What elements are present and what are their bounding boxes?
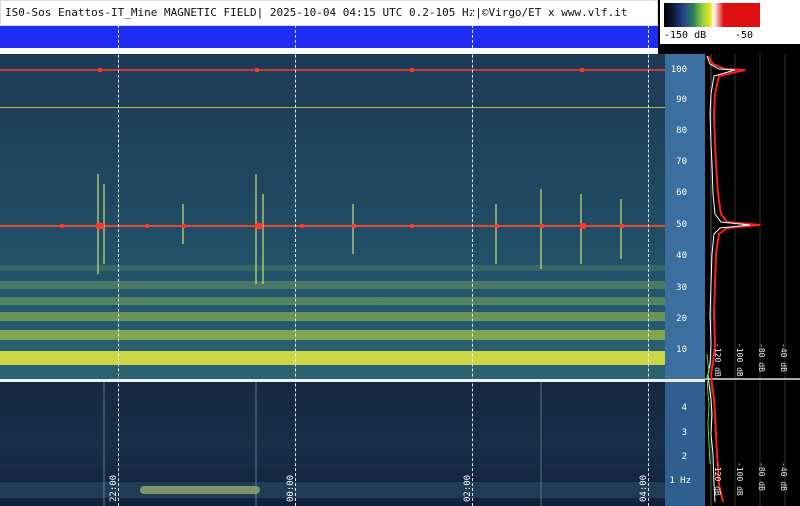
title-bar: IS0-Sos Enattos-IT_Mine MAGNETIC FIELD| …	[0, 0, 658, 26]
impulse-spike	[580, 194, 582, 264]
impulse-spike	[103, 382, 105, 506]
freq-tick-low: 4	[681, 403, 687, 413]
db-label: -100 dB	[735, 462, 744, 496]
burst-marker	[410, 68, 414, 72]
time-gridline	[472, 0, 473, 506]
time-gridline	[648, 0, 649, 506]
freq-tick-low: 1 Hz	[669, 476, 691, 486]
db-label: -100 dB	[735, 343, 744, 377]
burst-marker	[352, 224, 356, 228]
db-label: -40 dB	[779, 343, 788, 372]
freq-tick: 100	[670, 65, 687, 75]
freq-tick: 20	[676, 314, 687, 324]
freq-tick-low: 3	[681, 428, 687, 438]
spectrogram-low-freq	[0, 382, 665, 506]
burst-marker	[98, 68, 102, 72]
freq-tick-low: 2	[681, 452, 687, 462]
noise-band	[0, 482, 665, 498]
db-label: -120 dB	[713, 462, 722, 496]
colorbar-legend	[664, 3, 760, 27]
freq-tick: 60	[676, 188, 687, 198]
status-band	[0, 26, 658, 48]
colorbar-min-label: -150 dB	[664, 30, 707, 41]
spectrum-max-line	[707, 55, 761, 503]
burst-marker	[495, 224, 499, 228]
impulse-spike	[540, 382, 542, 506]
spectral-band	[0, 297, 665, 305]
spectrum-profile-plot	[705, 54, 800, 506]
db-label: -80 dB	[757, 343, 766, 372]
burst-marker	[580, 223, 586, 229]
burst-marker	[300, 224, 304, 228]
burst-marker	[182, 224, 186, 228]
time-label: 00:00	[286, 474, 296, 502]
time-gridline	[295, 0, 296, 506]
db-label: -40 dB	[779, 462, 788, 491]
db-label: -80 dB	[757, 462, 766, 491]
burst-marker	[580, 68, 584, 72]
impulse-spike	[255, 174, 257, 284]
page-title: IS0-Sos Enattos-IT_Mine MAGNETIC FIELD| …	[5, 6, 628, 19]
time-gridline	[118, 0, 119, 506]
time-label: 02:00	[463, 474, 473, 502]
spectral-band	[0, 351, 665, 365]
impulse-spike	[540, 189, 542, 269]
burst-marker	[96, 223, 104, 229]
burst-marker	[145, 224, 149, 228]
burst-marker	[255, 68, 259, 72]
spectral-band	[0, 330, 665, 340]
spectrum-profile	[705, 54, 800, 506]
reference-line	[0, 107, 665, 108]
time-label: 04:00	[639, 474, 649, 502]
freq-tick: 40	[676, 251, 687, 261]
burst-marker	[540, 224, 544, 228]
frequency-axis-low	[665, 382, 705, 506]
freq-tick: 50	[676, 220, 687, 230]
impulse-spike	[495, 204, 497, 264]
spectral-band	[0, 312, 665, 321]
colorbar-max-label: -50	[735, 30, 754, 41]
impulse-spike	[620, 199, 622, 259]
noise-burst	[140, 486, 260, 494]
time-label: 22:00	[109, 474, 119, 502]
spectrogram-main	[0, 54, 665, 379]
spectral-band	[0, 265, 665, 271]
freq-tick: 30	[676, 283, 687, 293]
freq-tick: 10	[676, 345, 687, 355]
impulse-spike	[255, 382, 257, 506]
burst-marker	[410, 224, 414, 228]
impulse-spike	[262, 194, 264, 284]
freq-tick: 70	[676, 157, 687, 167]
db-label: -120 dB	[713, 343, 722, 377]
burst-marker	[620, 224, 624, 228]
freq-tick: 80	[676, 126, 687, 136]
spectral-band	[0, 281, 665, 289]
spectrum-min-line	[706, 353, 711, 465]
freq-tick: 90	[676, 95, 687, 105]
burst-marker	[255, 223, 263, 229]
burst-marker	[60, 224, 64, 228]
impulse-spike	[352, 204, 354, 254]
